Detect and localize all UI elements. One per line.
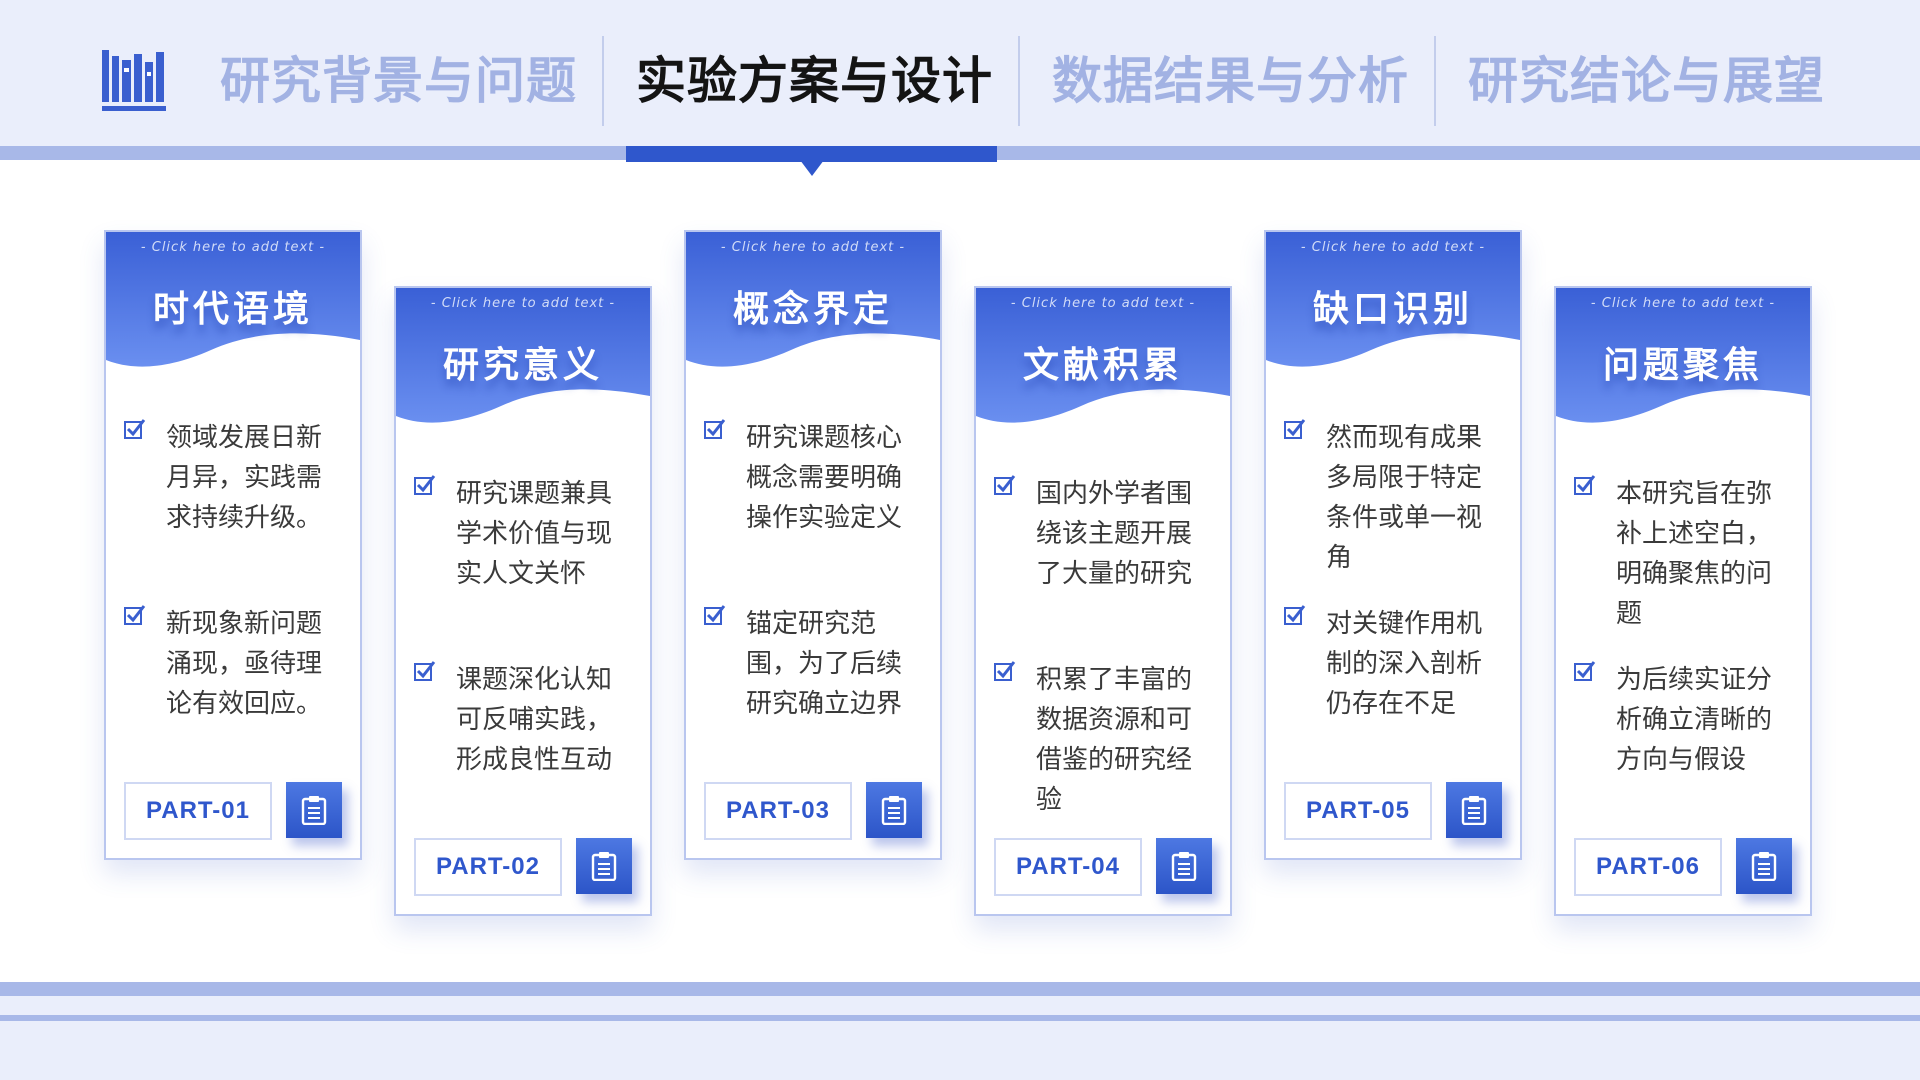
- part-label: PART-05: [1284, 782, 1432, 840]
- card-title: 缺口识别: [1312, 289, 1473, 330]
- tab-divider: [602, 36, 604, 126]
- bullet-text: 然而现有成果多局限于特定条件或单一视角: [1326, 423, 1483, 573]
- footer-stripe: [0, 1015, 1920, 1021]
- books-icon: [102, 50, 166, 112]
- active-tab-pointer: [800, 160, 824, 176]
- clipboard-icon: [1751, 852, 1777, 881]
- clipboard-icon: [1461, 796, 1487, 825]
- tab-divider: [1434, 36, 1436, 126]
- tab-data-results[interactable]: 数据结果与分析: [1052, 46, 1409, 116]
- part-label: PART-04: [994, 838, 1142, 896]
- card-part-01: - Click here to add text - 时代语境 领域发展日新月异…: [104, 230, 362, 860]
- card-subtitle[interactable]: - Click here to add text -: [106, 240, 360, 255]
- footer-band: [0, 996, 1920, 1080]
- card-part-06: - Click here to add text - 问题聚焦 本研究旨在弥补上…: [1554, 286, 1812, 916]
- card-header: - Click here to add text - 概念界定: [686, 232, 940, 382]
- clipboard-icon: [881, 796, 907, 825]
- clipboard-button[interactable]: [1156, 838, 1212, 894]
- clipboard-button[interactable]: [286, 782, 342, 838]
- card-subtitle[interactable]: - Click here to add text -: [686, 240, 940, 255]
- card-subtitle[interactable]: - Click here to add text -: [1556, 296, 1810, 311]
- tab-experiment-design[interactable]: 实验方案与设计: [636, 46, 993, 116]
- checkbox-checked-icon: [1574, 475, 1596, 495]
- tab-divider: [1018, 36, 1020, 126]
- card-subtitle[interactable]: - Click here to add text -: [1266, 240, 1520, 255]
- checkbox-checked-icon: [1284, 419, 1306, 439]
- card-part-03: - Click here to add text - 概念界定 研究课题核心概念…: [684, 230, 942, 860]
- card-title: 问题聚焦: [1602, 345, 1763, 386]
- clipboard-icon: [591, 852, 617, 881]
- card-header: - Click here to add text - 研究意义: [396, 288, 650, 438]
- clipboard-button[interactable]: [1446, 782, 1502, 838]
- part-label: PART-01: [124, 782, 272, 840]
- clipboard-button[interactable]: [576, 838, 632, 894]
- checkbox-checked-icon: [994, 661, 1016, 681]
- card-header: - Click here to add text - 文献积累: [976, 288, 1230, 438]
- checkbox-checked-icon: [414, 661, 436, 681]
- bullet-text: 研究课题核心概念需要明确操作实验定义: [746, 423, 903, 533]
- clipboard-button[interactable]: [866, 782, 922, 838]
- checkbox-checked-icon: [994, 475, 1016, 495]
- bullet-text: 本研究旨在弥补上述空白，明确聚焦的问题: [1616, 479, 1773, 629]
- clipboard-icon: [301, 796, 327, 825]
- bullet-text: 研究课题兼具学术价值与现实人文关怀: [456, 479, 613, 589]
- bullet-text: 积累了丰富的数据资源和可借鉴的研究经验: [1036, 665, 1193, 815]
- clipboard-button[interactable]: [1736, 838, 1792, 894]
- card-header: - Click here to add text - 时代语境: [106, 232, 360, 382]
- card-title: 文献积累: [1022, 345, 1183, 386]
- bullet-text: 新现象新问题涌现，亟待理论有效回应。: [166, 609, 323, 719]
- bullet-text: 国内外学者围绕该主题开展了大量的研究: [1036, 479, 1193, 589]
- card-part-02: - Click here to add text - 研究意义 研究课题兼具学术…: [394, 286, 652, 916]
- clipboard-icon: [1171, 852, 1197, 881]
- bullet-text: 为后续实证分析确立清晰的方向与假设: [1616, 665, 1773, 775]
- card-part-05: - Click here to add text - 缺口识别 然而现有成果多局…: [1264, 230, 1522, 860]
- checkbox-checked-icon: [1284, 605, 1306, 625]
- checkbox-checked-icon: [124, 605, 146, 625]
- card-header: - Click here to add text - 问题聚焦: [1556, 288, 1810, 438]
- card-title: 时代语境: [152, 289, 313, 330]
- tab-research-background[interactable]: 研究背景与问题: [220, 46, 577, 116]
- card-subtitle[interactable]: - Click here to add text -: [396, 296, 650, 311]
- footer-stripe: [0, 982, 1920, 996]
- card-header: - Click here to add text - 缺口识别: [1266, 232, 1520, 382]
- card-subtitle[interactable]: - Click here to add text -: [976, 296, 1230, 311]
- part-label: PART-02: [414, 838, 562, 896]
- card-part-04: - Click here to add text - 文献积累 国内外学者围绕该…: [974, 286, 1232, 916]
- bullet-text: 课题深化认知可反哺实践，形成良性互动: [456, 665, 613, 775]
- part-label: PART-03: [704, 782, 852, 840]
- checkbox-checked-icon: [1574, 661, 1596, 681]
- checkbox-checked-icon: [414, 475, 436, 495]
- checkbox-checked-icon: [704, 605, 726, 625]
- bullet-text: 对关键作用机制的深入剖析仍存在不足: [1326, 609, 1483, 719]
- part-label: PART-06: [1574, 838, 1722, 896]
- tab-research-conclusion[interactable]: 研究结论与展望: [1468, 46, 1825, 116]
- card-title: 研究意义: [442, 345, 603, 386]
- bullet-text: 锚定研究范围，为了后续研究确立边界: [746, 609, 903, 719]
- card-title: 概念界定: [732, 289, 893, 330]
- bullet-text: 领域发展日新月异，实践需求持续升级。: [166, 423, 323, 533]
- checkbox-checked-icon: [704, 419, 726, 439]
- checkbox-checked-icon: [124, 419, 146, 439]
